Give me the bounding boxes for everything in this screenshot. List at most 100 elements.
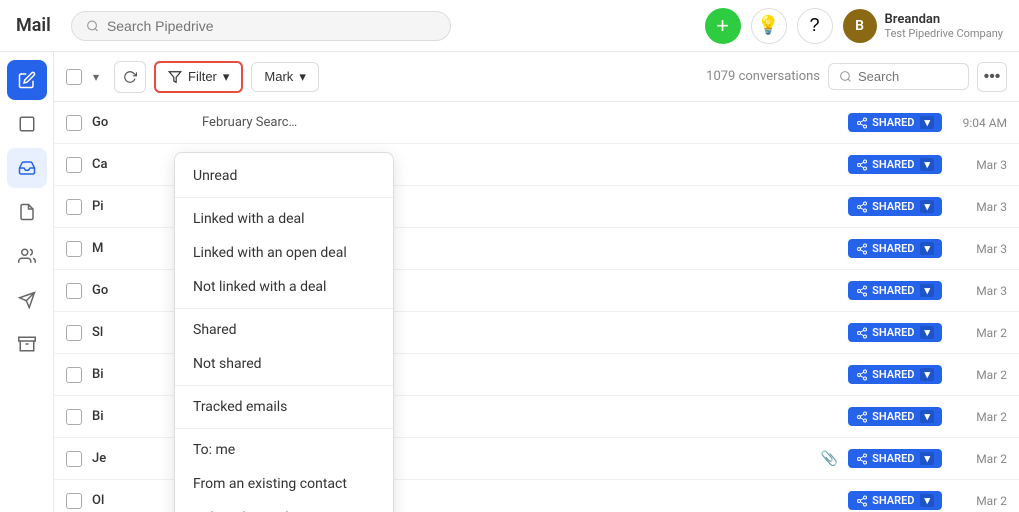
- refresh-button[interactable]: [114, 61, 146, 93]
- conversation-count: 1079 conversations: [706, 69, 820, 84]
- filter-button[interactable]: Filter ▾: [154, 61, 243, 93]
- global-search-bar[interactable]: [71, 11, 451, 41]
- shared-dropdown-arrow[interactable]: ▾: [920, 284, 934, 297]
- user-avatar-area[interactable]: B Breandan Test Pipedrive Company: [843, 9, 1003, 43]
- email-time: 9:04 AM: [952, 116, 1007, 130]
- shared-label: SHARED: [872, 116, 914, 129]
- shared-label: SHARED: [872, 242, 914, 255]
- mark-button[interactable]: Mark ▾: [251, 62, 318, 92]
- email-time: Mar 2: [952, 452, 1007, 466]
- shared-badge[interactable]: SHARED ▾: [848, 407, 942, 426]
- app-title: Mail: [16, 15, 51, 36]
- shared-icon: [856, 285, 868, 297]
- dropdown-item-unread[interactable]: Unread: [175, 159, 393, 193]
- dropdown-item-open-deal[interactable]: Linked with an open deal: [175, 236, 393, 270]
- dropdown-item-from-contact[interactable]: From an existing contact: [175, 467, 393, 501]
- shared-icon: [856, 495, 868, 507]
- sidebar-item-compose[interactable]: [7, 60, 47, 100]
- sidebar-item-contacts[interactable]: [7, 236, 47, 276]
- shared-dropdown-arrow[interactable]: ▾: [920, 158, 934, 171]
- dropdown-item-shared[interactable]: Shared: [175, 313, 393, 347]
- email-checkbox[interactable]: [66, 199, 82, 215]
- email-subject: February Searc…: [202, 115, 838, 130]
- email-checkbox[interactable]: [66, 493, 82, 509]
- shared-label: SHARED: [872, 368, 914, 381]
- shared-badge[interactable]: SHARED ▾: [848, 113, 942, 132]
- shared-dropdown-arrow[interactable]: ▾: [920, 452, 934, 465]
- shared-icon: [856, 411, 868, 423]
- dropdown-item-not-shared[interactable]: Not shared: [175, 347, 393, 381]
- shared-dropdown-arrow[interactable]: ▾: [920, 242, 934, 255]
- sidebar-item-documents[interactable]: [7, 192, 47, 232]
- shared-label: SHARED: [872, 410, 914, 423]
- dropdown-item-to-me[interactable]: To: me: [175, 433, 393, 467]
- tips-button[interactable]: 💡: [751, 8, 787, 44]
- shared-icon: [856, 159, 868, 171]
- email-checkbox[interactable]: [66, 451, 82, 467]
- avatar: B: [843, 9, 877, 43]
- inline-search-icon: [839, 70, 852, 83]
- sidebar-item-archive[interactable]: [7, 324, 47, 364]
- dropdown-item-linked-deal[interactable]: Linked with a deal: [175, 202, 393, 236]
- main-content: ▾ Filter ▾ Mark ▾ 1079 conversations •••: [54, 52, 1019, 512]
- select-all-checkbox[interactable]: [66, 69, 82, 85]
- select-all-area[interactable]: ▾: [66, 67, 106, 87]
- filter-dropdown: Unread Linked with a dealLinked with an o…: [174, 152, 394, 512]
- email-time: Mar 3: [952, 158, 1007, 172]
- email-time: Mar 2: [952, 368, 1007, 382]
- dropdown-divider: [175, 385, 393, 386]
- more-options-button[interactable]: •••: [977, 62, 1007, 92]
- shared-label: SHARED: [872, 200, 914, 213]
- attachment-icon: 📎: [821, 451, 838, 467]
- filter-icon: [168, 70, 182, 84]
- shared-icon: [856, 327, 868, 339]
- shared-icon: [856, 369, 868, 381]
- mark-label: Mark: [264, 69, 293, 84]
- email-checkbox[interactable]: [66, 157, 82, 173]
- sidebar-item-select[interactable]: [7, 104, 47, 144]
- shared-label: SHARED: [872, 158, 914, 171]
- email-checkbox[interactable]: [66, 283, 82, 299]
- shared-badge[interactable]: SHARED ▾: [848, 449, 942, 468]
- shared-badge[interactable]: SHARED ▾: [848, 365, 942, 384]
- sidebar-item-send[interactable]: [7, 280, 47, 320]
- shared-dropdown-arrow[interactable]: ▾: [920, 326, 934, 339]
- shared-label: SHARED: [872, 452, 914, 465]
- email-row[interactable]: Go February Searc… SHARED ▾ 9:04 AM: [54, 102, 1019, 144]
- shared-dropdown-arrow[interactable]: ▾: [920, 200, 934, 213]
- select-chevron[interactable]: ▾: [86, 67, 106, 87]
- toolbar: ▾ Filter ▾ Mark ▾ 1079 conversations •••: [54, 52, 1019, 102]
- email-checkbox[interactable]: [66, 115, 82, 131]
- email-time: Mar 3: [952, 200, 1007, 214]
- inline-search-input[interactable]: [858, 69, 958, 84]
- email-checkbox[interactable]: [66, 367, 82, 383]
- shared-badge[interactable]: SHARED ▾: [848, 197, 942, 216]
- help-button[interactable]: ?: [797, 8, 833, 44]
- dropdown-item-tracked[interactable]: Tracked emails: [175, 390, 393, 424]
- shared-dropdown-arrow[interactable]: ▾: [920, 116, 934, 129]
- email-checkbox[interactable]: [66, 241, 82, 257]
- shared-dropdown-arrow[interactable]: ▾: [920, 368, 934, 381]
- email-checkbox[interactable]: [66, 325, 82, 341]
- shared-dropdown-arrow[interactable]: ▾: [920, 494, 934, 507]
- shared-icon: [856, 453, 868, 465]
- global-search-input[interactable]: [107, 18, 436, 34]
- shared-badge[interactable]: SHARED ▾: [848, 281, 942, 300]
- dropdown-item-not-linked-deal[interactable]: Not linked with a deal: [175, 270, 393, 304]
- email-checkbox[interactable]: [66, 409, 82, 425]
- search-icon: [86, 19, 99, 33]
- dropdown-divider: [175, 308, 393, 309]
- shared-icon: [856, 117, 868, 129]
- inline-search-bar[interactable]: [828, 63, 969, 90]
- dropdown-item-with-attachments[interactable]: Only with attachments: [175, 501, 393, 512]
- shared-badge[interactable]: SHARED ▾: [848, 155, 942, 174]
- shared-dropdown-arrow[interactable]: ▾: [920, 410, 934, 423]
- sidebar: [0, 52, 54, 512]
- shared-badge[interactable]: SHARED ▾: [848, 323, 942, 342]
- filter-label: Filter: [188, 69, 217, 84]
- shared-badge[interactable]: SHARED ▾: [848, 491, 942, 510]
- sidebar-item-inbox[interactable]: [7, 148, 47, 188]
- email-time: Mar 3: [952, 242, 1007, 256]
- shared-badge[interactable]: SHARED ▾: [848, 239, 942, 258]
- add-button[interactable]: +: [705, 8, 741, 44]
